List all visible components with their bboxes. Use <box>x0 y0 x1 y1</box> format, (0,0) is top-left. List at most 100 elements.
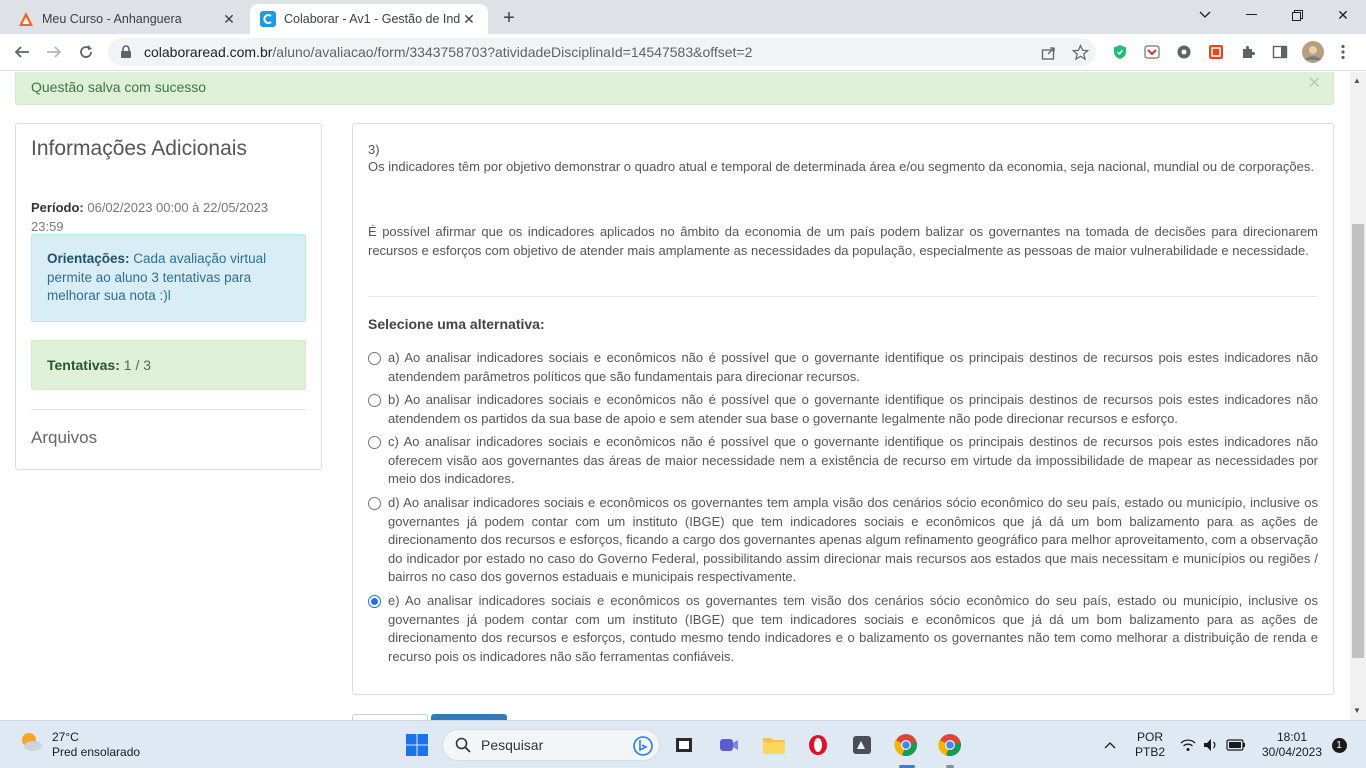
search-icon <box>455 737 471 753</box>
option-c-text[interactable]: c) Ao analisar indicadores sociais e eco… <box>388 433 1318 489</box>
page-scrollbar[interactable]: ▲ ▼ <box>1350 72 1366 720</box>
red-extension-icon[interactable] <box>1207 43 1225 61</box>
option-e-text[interactable]: e) Ao analisar indicadores sociais e eco… <box>388 592 1318 666</box>
notification-badge: 1 <box>1331 737 1347 753</box>
chrome-profile-icon[interactable] <box>936 731 964 759</box>
option-a-radio[interactable] <box>368 352 381 365</box>
search-placeholder: Pesquisar <box>481 737 544 753</box>
app-icon[interactable] <box>848 731 876 759</box>
chat-video-icon[interactable] <box>715 731 743 759</box>
clock[interactable]: 18:01 30/04/2023 <box>1256 721 1328 768</box>
divider <box>31 409 306 410</box>
weather-text: 27°C Pred ensolarado <box>52 730 140 760</box>
weather-widget[interactable]: 27°C Pred ensolarado <box>18 729 140 760</box>
option-c-radio[interactable] <box>368 436 381 449</box>
opera-icon[interactable] <box>804 731 832 759</box>
clock-time: 18:01 <box>1276 730 1308 744</box>
shield-extension-icon[interactable] <box>1111 43 1129 61</box>
scrollbar-thumb[interactable] <box>1352 224 1364 658</box>
attempts-value: 1 / 3 <box>123 357 152 373</box>
select-alternative-label: Selecione uma alternativa: <box>368 316 545 332</box>
wifi-icon[interactable] <box>1178 721 1198 768</box>
clock-date: 30/04/2023 <box>1261 745 1323 759</box>
info-panel-title: Informações Adicionais <box>31 137 247 160</box>
option-e-radio[interactable] <box>368 595 381 608</box>
option-b-text[interactable]: b) Ao analisar indicadores sociais e eco… <box>388 391 1318 428</box>
back-arrow-icon[interactable] <box>8 38 36 66</box>
files-heading[interactable]: Arquivos <box>31 428 97 448</box>
share-icon[interactable] <box>1040 44 1058 62</box>
url-host: colaboraread.com.br <box>144 44 273 60</box>
option-b-radio[interactable] <box>368 394 381 407</box>
success-alert: Questão salva com sucesso ✕ <box>15 72 1334 105</box>
windows-start-icon[interactable] <box>403 731 431 759</box>
taskbar-search[interactable]: Pesquisar <box>442 729 660 761</box>
guidelines-label: Orientações: <box>47 251 130 266</box>
guidelines-box: Orientações: Cada avaliação virtual perm… <box>31 234 306 322</box>
menu-kebab-icon[interactable] <box>1334 43 1352 61</box>
question-paragraph-1: Os indicadores têm por objetivo demonstr… <box>368 159 1314 174</box>
url-text: colaboraread.com.br/aluno/avaliacao/form… <box>144 44 752 60</box>
minimize-button[interactable] <box>1228 0 1274 30</box>
colaborar-favicon-icon <box>260 11 276 27</box>
option-a-text[interactable]: a) Ao analisar indicadores sociais e eco… <box>388 349 1318 386</box>
attempts-label: Tentativas: <box>47 357 120 373</box>
bing-icon[interactable] <box>633 736 653 759</box>
file-explorer-icon[interactable] <box>760 731 788 759</box>
show-hidden-icons-chevron-icon[interactable] <box>1100 721 1120 768</box>
option-b[interactable]: b) Ao analisar indicadores sociais e eco… <box>368 391 1318 428</box>
volume-icon[interactable] <box>1201 721 1221 768</box>
page-viewport: Questão salva com sucesso ✕ Informações … <box>0 72 1350 720</box>
tab-meu-curso[interactable]: Meu Curso - Anhanguera ✕ <box>8 4 248 34</box>
question-panel: 3) Os indicadores têm por objetivo demon… <box>352 123 1334 695</box>
bookmark-star-icon[interactable] <box>1071 43 1089 61</box>
scroll-down-arrow-icon[interactable]: ▼ <box>1353 706 1361 715</box>
puzzle-extensions-icon[interactable] <box>1239 43 1257 61</box>
windows-taskbar: 27°C Pred ensolarado Pesquisar POR PTB2 … <box>0 720 1366 768</box>
chrome-icon[interactable] <box>892 731 920 759</box>
tab-title: Colaborar - Av1 - Gestão de Indic <box>284 12 460 26</box>
close-alert-icon[interactable]: ✕ <box>1308 73 1321 93</box>
tab-close-icon[interactable]: ✕ <box>460 10 478 28</box>
option-a[interactable]: a) Ao analisar indicadores sociais e eco… <box>368 349 1318 386</box>
profile-avatar[interactable] <box>1302 41 1324 63</box>
anhanguera-favicon-icon <box>18 11 34 27</box>
language-indicator[interactable]: POR PTB2 <box>1130 721 1170 768</box>
new-tab-button[interactable]: + <box>496 6 522 30</box>
period-info: Período: 06/02/2023 00:00 à 22/05/2023 2… <box>31 198 301 236</box>
tab-colaborar[interactable]: Colaborar - Av1 - Gestão de Indic ✕ <box>250 4 488 34</box>
notification-center[interactable]: 1 <box>1330 721 1348 768</box>
forward-arrow-icon[interactable] <box>40 38 68 66</box>
option-d-radio[interactable] <box>368 497 381 510</box>
lock-icon[interactable] <box>120 45 134 59</box>
url-path: /aluno/avaliacao/form/3343758703?ativida… <box>272 44 753 60</box>
divider <box>368 296 1318 297</box>
chevron-down-icon[interactable] <box>1182 0 1228 30</box>
option-c[interactable]: c) Ao analisar indicadores sociais e eco… <box>368 433 1318 489</box>
question-number: 3) <box>368 142 380 157</box>
option-e[interactable]: e) Ao analisar indicadores sociais e eco… <box>368 592 1318 666</box>
tab-close-icon[interactable]: ✕ <box>220 10 238 28</box>
browser-tab-strip: Meu Curso - Anhanguera ✕ Colaborar - Av1… <box>0 0 1366 34</box>
info-panel: Informações Adicionais Período: 06/02/20… <box>15 123 322 470</box>
restore-button[interactable] <box>1274 0 1320 30</box>
side-panel-icon[interactable] <box>1271 43 1289 61</box>
partly-sunny-icon <box>18 729 44 760</box>
keyboard-layout: PTB2 <box>1134 745 1165 759</box>
address-bar[interactable]: colaboraread.com.br/aluno/avaliacao/form… <box>108 38 1096 66</box>
battery-icon[interactable] <box>1224 721 1248 768</box>
weather-temp: 27°C <box>52 729 79 744</box>
extension-badge-icon[interactable] <box>1143 43 1161 61</box>
tab-title: Meu Curso - Anhanguera <box>42 12 182 26</box>
weather-desc: Pred ensolarado <box>52 744 141 759</box>
period-label: Período: <box>31 200 84 215</box>
option-d-text[interactable]: d) Ao analisar indicadores sociais e eco… <box>388 494 1318 587</box>
question-paragraph-2: É possível afirmar que os indicadores ap… <box>368 224 1318 258</box>
gear-extension-icon[interactable] <box>1175 43 1193 61</box>
scroll-up-arrow-icon[interactable]: ▲ <box>1353 76 1361 85</box>
language-code: POR <box>1136 730 1163 744</box>
reload-icon[interactable] <box>72 38 100 66</box>
task-view-icon[interactable] <box>670 731 698 759</box>
option-d[interactable]: d) Ao analisar indicadores sociais e eco… <box>368 494 1318 587</box>
close-window-button[interactable]: ✕ <box>1320 0 1366 30</box>
